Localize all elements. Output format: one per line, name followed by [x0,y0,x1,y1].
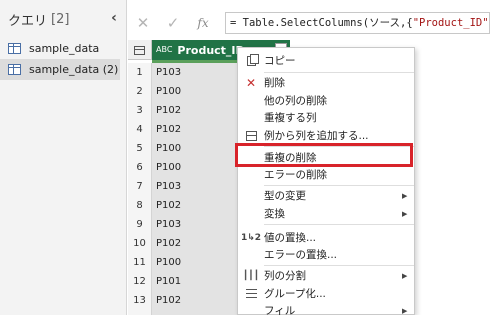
replace-values-icon: 1↳2 [240,232,262,243]
column-header-label: Product_ID [177,43,245,57]
row-number[interactable]: 2 [128,82,152,101]
table-menu-button[interactable] [128,40,152,60]
row-number[interactable]: 13 [128,291,152,310]
chevron-right-icon: ▶ [402,306,408,315]
query-item-label: sample_data (2) [29,63,119,76]
queries-pane: クエリ [2] ‹ sample_data sample_data (2) [0,0,127,315]
chevron-right-icon: ▶ [402,271,408,280]
table-icon [134,45,145,55]
menu-item-change-type[interactable]: 型の変更 ▶ [238,186,414,205]
menu-item-duplicate-column[interactable]: 重複する列 [238,108,414,127]
query-item-sample-data[interactable]: sample_data [0,38,120,59]
row-number[interactable]: 7 [128,177,152,196]
menu-item-label: 変換 [264,208,285,220]
row-number[interactable]: 9 [128,215,152,234]
menu-item-remove-errors[interactable]: エラーの削除 [238,165,414,184]
queries-header: クエリ [2] [8,10,70,29]
column-context-menu: コピー ✕ 削除 他の列の削除 重複する列 例から列を追加する... 重複の削除… [237,47,415,315]
formula-input[interactable]: = Table.SelectColumns(ソース,{"Product_ID"}… [225,12,490,34]
chevron-left-icon[interactable]: ‹ [106,9,122,27]
confirm-icon[interactable]: ✓ [158,14,188,32]
row-number[interactable]: 10 [128,234,152,253]
highlight-box-remove-duplicates [235,143,413,167]
row-number[interactable]: 3 [128,101,152,120]
row-number[interactable]: 8 [128,196,152,215]
menu-item-split-column[interactable]: ┃┃┃ 列の分割 ▶ [238,266,414,285]
chevron-right-icon: ▶ [402,209,408,218]
menu-item-label: 他の列の削除 [264,95,327,107]
menu-item-copy[interactable]: コピー [238,51,414,70]
group-by-icon [238,289,264,298]
add-column-from-examples-icon [238,130,264,141]
row-number[interactable]: 6 [128,158,152,177]
row-number[interactable]: 5 [128,139,152,158]
fx-icon[interactable]: fx [188,16,218,30]
menu-item-remove[interactable]: ✕ 削除 [238,73,414,92]
menu-item-label: 列の分割 [264,270,306,282]
menu-item-label: フィル [264,305,296,315]
cancel-icon[interactable]: ✕ [128,14,158,32]
row-number[interactable]: 4 [128,120,152,139]
menu-item-label: 削除 [264,77,285,89]
formula-bar: ✕ ✓ fx = Table.SelectColumns(ソース,{"Produ… [128,9,490,37]
menu-item-label: コピー [264,55,296,67]
menu-item-label: エラーの置換... [264,249,338,261]
menu-item-label: 例から列を追加する... [264,130,369,142]
split-column-icon: ┃┃┃ [242,270,260,281]
row-number[interactable]: 11 [128,253,152,272]
menu-item-fill[interactable]: フィル ▶ [238,301,414,315]
formula-string: "Product_ID" [412,17,489,29]
menu-item-replace-errors[interactable]: エラーの置換... [238,245,414,264]
formula-prefix: = Table.SelectColumns(ソース,{ [230,17,413,29]
menu-item-label: 値の置換... [264,232,317,244]
copy-icon [238,53,264,66]
row-number[interactable]: 14 [128,310,152,315]
menu-item-label: グループ化... [264,288,326,300]
menu-item-label: 重複する列 [264,112,317,124]
table-icon [8,64,21,75]
text-type-icon[interactable]: ABC [156,46,172,54]
query-item-label: sample_data [29,42,100,55]
delete-x-icon: ✕ [245,75,257,90]
menu-item-transform[interactable]: 変換 ▶ [238,204,414,223]
menu-item-label: 型の変更 [264,190,306,202]
row-number[interactable]: 1 [128,63,152,82]
query-item-sample-data-2[interactable]: sample_data (2) [0,59,120,80]
table-icon [8,43,21,54]
queries-title: クエリ [8,13,48,29]
queries-count: [2] [51,11,70,27]
menu-item-label: エラーの削除 [264,169,327,181]
menu-separator [264,224,414,225]
row-number[interactable]: 12 [128,272,152,291]
chevron-right-icon: ▶ [402,191,408,200]
